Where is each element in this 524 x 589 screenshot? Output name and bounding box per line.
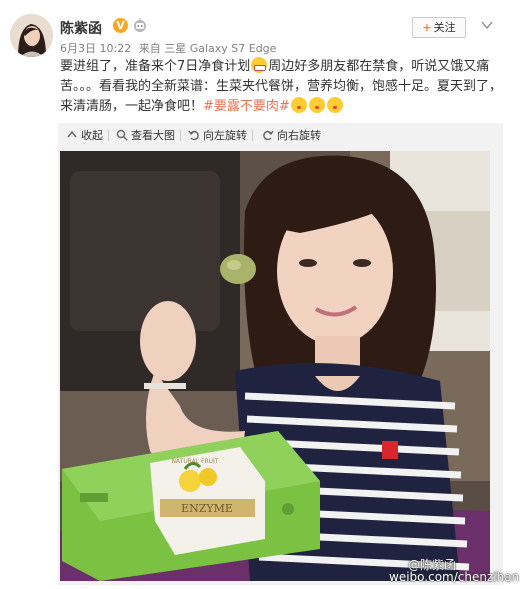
post-text-part: 周边好多朋友都在禁食，听说又饿又痛 <box>268 59 490 74</box>
rotate-left-button[interactable]: 向左旋转 <box>188 128 253 144</box>
divider <box>252 130 253 141</box>
kiss-emoji-icon <box>326 97 343 113</box>
post-photo[interactable]: ENZYME NATURAL FRUIT <box>60 151 490 581</box>
post-text-part: 来清清肠，一起净食吧！ <box>60 99 204 114</box>
media-box: 收起 查看大图 向左旋转 向右旋转 ENZYME NATURAL FRUIT <box>58 123 503 585</box>
box-brand-text: ENZYME <box>181 502 233 515</box>
plus-icon: + <box>422 21 432 34</box>
verified-v-icon: V <box>113 18 128 33</box>
rotate-left-label: 向左旋转 <box>203 129 247 142</box>
follow-button[interactable]: + 关注 <box>412 17 466 38</box>
collapse-arrow-icon <box>67 130 77 138</box>
source-prefix: 来自 <box>138 42 161 55</box>
photo-illustration: ENZYME NATURAL FRUIT <box>60 151 490 581</box>
post-text: 要进组了，准备来个7日净食计划 周边好多朋友都在禁食，听说又饿又痛苦。。。看看我的… <box>60 57 506 117</box>
rotate-left-icon <box>188 130 199 141</box>
box-small-text: NATURAL FRUIT <box>172 458 219 465</box>
post-text-part: 要进组了，准备来个7日净食计划 <box>60 59 251 74</box>
post-date[interactable]: 6月3日 10:22 <box>60 42 131 55</box>
post-device[interactable]: 三星 Galaxy S7 Edge <box>164 42 276 55</box>
username[interactable]: 陈紫函 <box>60 18 102 38</box>
view-large-button[interactable]: 查看大图 <box>116 128 181 144</box>
collapse-label: 收起 <box>81 129 103 142</box>
grin-emoji-icon <box>251 57 268 73</box>
kiss-emoji-icon <box>308 97 325 113</box>
hashtag-link[interactable]: #要露不要肉# <box>203 99 290 114</box>
magnify-icon <box>116 129 128 141</box>
follow-label: 关注 <box>433 21 456 34</box>
avatar[interactable] <box>10 14 53 57</box>
watermark-url: weibo.com/chenzihan <box>389 570 520 584</box>
rotate-right-button[interactable]: 向右旋转 <box>262 128 321 144</box>
divider <box>180 130 181 141</box>
chevron-down-icon[interactable] <box>480 18 494 32</box>
post-text-part: 苦。。。看看我的全新菜谱：生菜夹代餐饼，营养均衡，饱感十足。夏天到了， <box>60 79 503 94</box>
view-large-label: 查看大图 <box>131 129 175 142</box>
avatar-image <box>10 14 53 57</box>
rotate-right-icon <box>263 130 274 141</box>
post-meta: 6月3日 10:22 来自 三星 Galaxy S7 Edge <box>60 40 276 56</box>
kiss-emoji-icon <box>290 97 307 113</box>
rotate-right-label: 向右旋转 <box>277 129 321 142</box>
robot-icon[interactable] <box>132 17 148 33</box>
divider <box>108 130 109 141</box>
image-toolbar: 收起 查看大图 向左旋转 向右旋转 <box>58 123 503 149</box>
collapse-button[interactable]: 收起 <box>66 128 109 144</box>
